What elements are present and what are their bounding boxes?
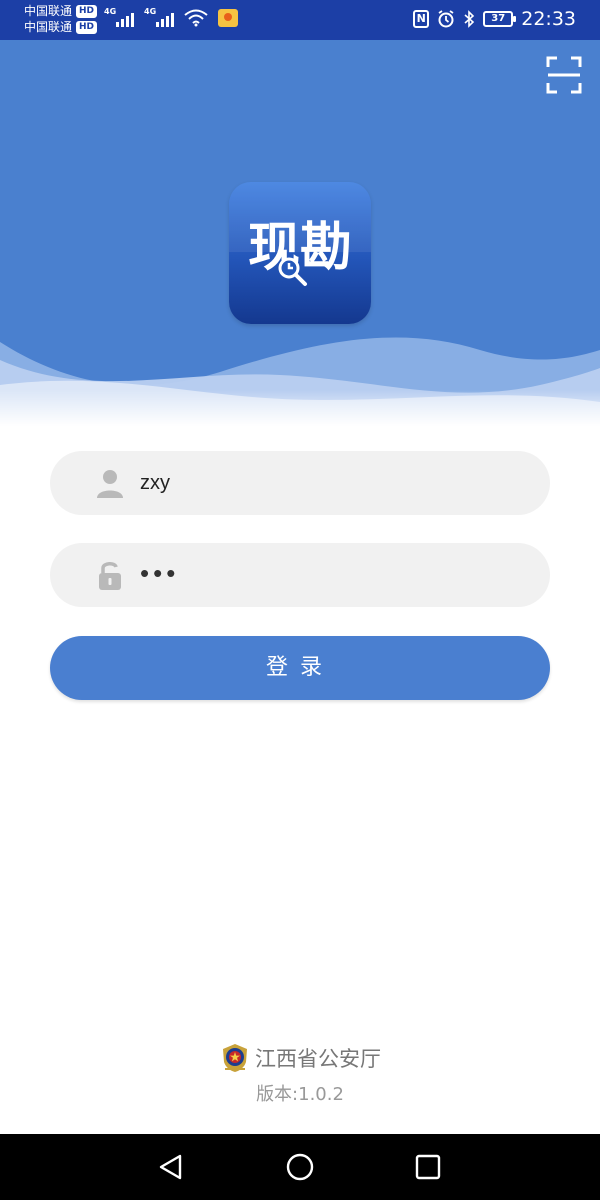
password-input[interactable]: ••• [140, 543, 179, 607]
recent-square-icon[interactable] [413, 1152, 443, 1182]
login-button[interactable]: 登录 [50, 636, 550, 700]
lock-icon [99, 562, 121, 590]
header-waves [0, 337, 600, 450]
organization-name: 江西省公安厅 [255, 1047, 381, 1071]
alarm-icon [438, 10, 454, 28]
organization-row: 江西省公安厅 [0, 1042, 600, 1074]
network-type-1: 4G [104, 7, 117, 16]
network-type-2: 4G [144, 7, 157, 16]
police-emblem-icon [223, 1044, 247, 1072]
password-field[interactable]: ••• [50, 543, 550, 607]
username-field[interactable]: zxy [50, 451, 550, 515]
carrier-info: 中国联通 HD 中国联通 HD [24, 3, 98, 35]
hd-badge-1: HD [76, 4, 98, 18]
scan-icon[interactable] [546, 56, 582, 94]
navigation-bar [0, 1134, 600, 1200]
signal-group: 4G 4G [104, 7, 238, 27]
back-triangle-icon[interactable] [156, 1152, 186, 1182]
hd-badge-2: HD [76, 20, 98, 34]
version-label: 版本:1.0.2 [256, 1084, 344, 1105]
carrier-name-2: 中国联通 [24, 20, 73, 34]
username-input[interactable]: zxy [140, 451, 170, 515]
status-time: 22:33 [521, 8, 576, 30]
signal-strength-icon: 4G [144, 7, 174, 27]
app-notification-icon [218, 9, 238, 27]
nfc-icon: N [413, 10, 430, 28]
carrier-name-1: 中国联通 [24, 4, 73, 18]
status-bar: 中国联通 HD 中国联通 HD 4G 4G N 37 22:33 [0, 0, 600, 40]
battery-icon: 37 [483, 11, 517, 27]
bluetooth-icon [464, 10, 475, 28]
status-right: N 37 22:33 [413, 8, 576, 30]
login-screen: 中国联通 HD 中国联通 HD 4G 4G N 37 22:33 现勘 zxy … [0, 0, 600, 1200]
magnifier-icon [278, 257, 307, 286]
app-logo: 现勘 [229, 182, 371, 324]
signal-strength-icon: 4G [104, 7, 134, 27]
user-icon [97, 470, 123, 498]
home-circle-icon[interactable] [285, 1152, 315, 1182]
wifi-icon [184, 9, 208, 27]
